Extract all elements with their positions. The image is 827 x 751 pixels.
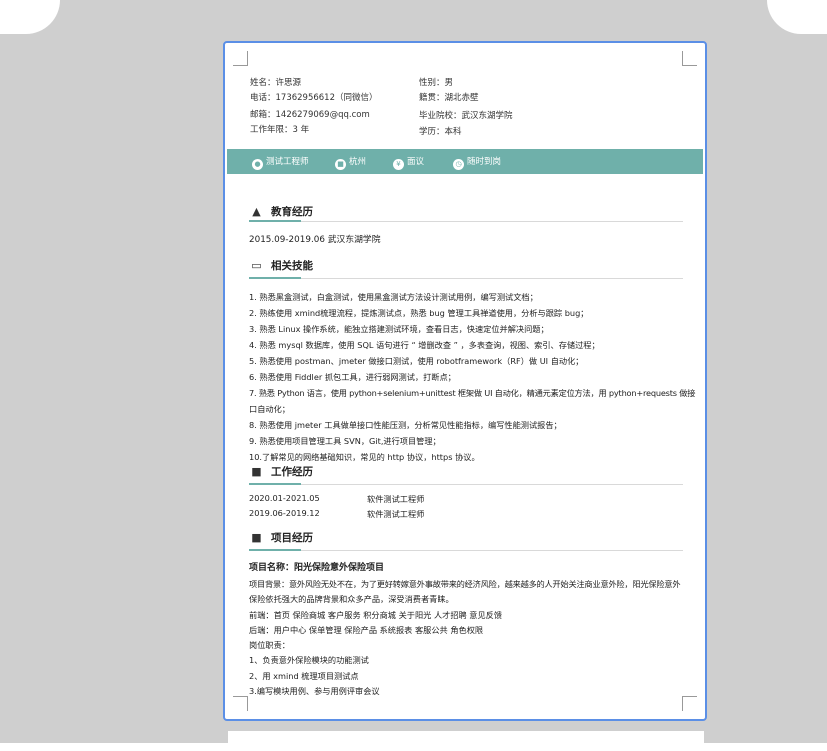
work-title: 工作经历 [271,466,313,478]
project-line: 项目背景：意外风险无处不在，为了更好转嫁意外事故带来的经济风险，越来越多的人开始… [249,579,681,589]
hometown-field: 籍贯：湖北赤壁 [419,93,479,103]
section-accent-bar [249,220,301,222]
section-accent-bar [249,277,301,279]
email-field: 邮箱：1426279069@qq.com [250,110,370,120]
crop-mark [682,51,697,66]
banner-city-label: 杭州 [349,157,367,167]
name-field: 姓名：许思源 [250,78,302,88]
money-icon: ¥ [393,159,404,170]
graduation-cap-icon: ▲ [252,205,261,218]
project-line: 3.编写模块用例、参与用例评审会议 [249,686,380,696]
viewer-corner-left [0,0,60,34]
skill-item: 3. 熟悉 Linux 操作系统，能独立搭建测试环境，查看日志，快速定位并解决问… [249,324,549,334]
project-line: 1、负责意外保险模块的功能测试 [249,655,369,665]
skill-item: 6. 熟悉使用 Fiddler 抓包工具，进行弱网测试，打断点； [249,372,456,382]
project-line: 岗位职责： [249,640,290,650]
laptop-icon: ▭ [251,259,262,272]
skill-item: 1. 熟悉黑盒测试，白盒测试，使用黑盒测试方法设计测试用例，编写测试文档； [249,292,538,302]
education-heading: ▲ 教育经历 [249,204,313,219]
experience-field: 工作年限：3 年 [250,125,310,135]
banner-item-salary: ¥ 面议 [393,155,424,170]
degree-field: 学历：本科 [419,127,462,137]
skill-item: 10.了解常见的网络基础知识，常见的 http 协议，https 协议。 [249,452,480,462]
document-viewer-background: 姓名：许思源 性别：男 电话：17362956612（同微信） 籍贯：湖北赤壁 … [0,0,827,751]
project-line: 保险依托强大的品牌背景和众多产品，深受消费者青睐。 [249,594,454,604]
skill-item: 2. 熟练使用 xmind梳理流程，提炼测试点，熟悉 bug 管理工具禅道使用，… [249,308,589,318]
project-title: 项目经历 [271,532,313,544]
briefcase-icon: ■ [251,465,262,478]
section-accent-bar [249,549,301,551]
viewer-corner-right [767,0,827,34]
school-field: 毕业院校：武汉东湖学院 [419,111,513,121]
building-icon: ■ [335,159,346,170]
section-divider [249,221,683,222]
skills-title: 相关技能 [271,260,313,272]
project-name: 项目名称：阳光保险意外保险项目 [249,563,385,573]
next-page-edge [228,731,704,751]
banner-position-label: 测试工程师 [266,157,309,167]
work-role: 软件测试工程师 [367,494,425,504]
crop-mark [233,696,248,711]
crop-mark [682,696,697,711]
resume-page[interactable]: 姓名：许思源 性别：男 电话：17362956612（同微信） 籍贯：湖北赤壁 … [223,41,707,721]
section-divider [249,278,683,279]
banner-item-availability: ◷ 随时到岗 [453,155,501,170]
banner-availability-label: 随时到岗 [467,157,502,167]
person-icon: ● [252,159,263,170]
skill-item: 7. 熟悉 Python 语言，使用 python+selenium+unitt… [249,388,696,398]
section-accent-bar [249,483,301,485]
skill-item: 4. 熟悉 mysql 数据库，使用 SQL 语句进行 “ 增删改查 ” ，多表… [249,340,600,350]
education-title: 教育经历 [271,206,313,218]
banner-salary-label: 面议 [407,157,425,167]
project-heading: ■ 项目经历 [249,530,313,545]
job-intention-banner: ● 测试工程师 ■ 杭州 ¥ 面议 ◷ 随时到岗 [227,149,703,174]
skill-item: 9. 熟悉使用项目管理工具 SVN，Git,进行项目管理； [249,436,441,446]
project-box-icon: ■ [251,531,262,544]
skills-heading: ▭ 相关技能 [249,258,313,273]
gender-field: 性别：男 [419,78,454,88]
crop-mark [233,51,248,66]
viewer-top-bar [0,0,827,34]
phone-field: 电话：17362956612（同微信） [250,93,378,103]
project-line: 2、用 xmind 梳理项目测试点 [249,671,359,681]
skill-item: 口自动化； [249,404,290,414]
education-entry: 2015.09-2019.06 武汉东湖学院 [249,235,381,245]
section-divider [249,550,683,551]
section-divider [249,484,683,485]
banner-item-city: ■ 杭州 [335,155,366,170]
clock-icon: ◷ [453,159,464,170]
project-line: 后端：用户中心 保单管理 保险产品 系统报表 客服公共 角色权限 [249,625,484,635]
project-line: 前端：首页 保险商城 客户服务 积分商城 关于阳光 人才招聘 意见反馈 [249,610,503,620]
work-heading: ■ 工作经历 [249,464,313,479]
skill-item: 8. 熟悉使用 jmeter 工具做单接口性能压测，分析常见性能指标，编写性能测… [249,420,562,430]
banner-item-position: ● 测试工程师 [252,155,309,170]
work-role: 软件测试工程师 [367,509,425,519]
skill-item: 5. 熟悉使用 postman、jmeter 做接口测试，使用 robotfra… [249,356,584,366]
work-period: 2020.01-2021.05 [249,493,320,503]
work-period: 2019.06-2019.12 [249,508,320,518]
